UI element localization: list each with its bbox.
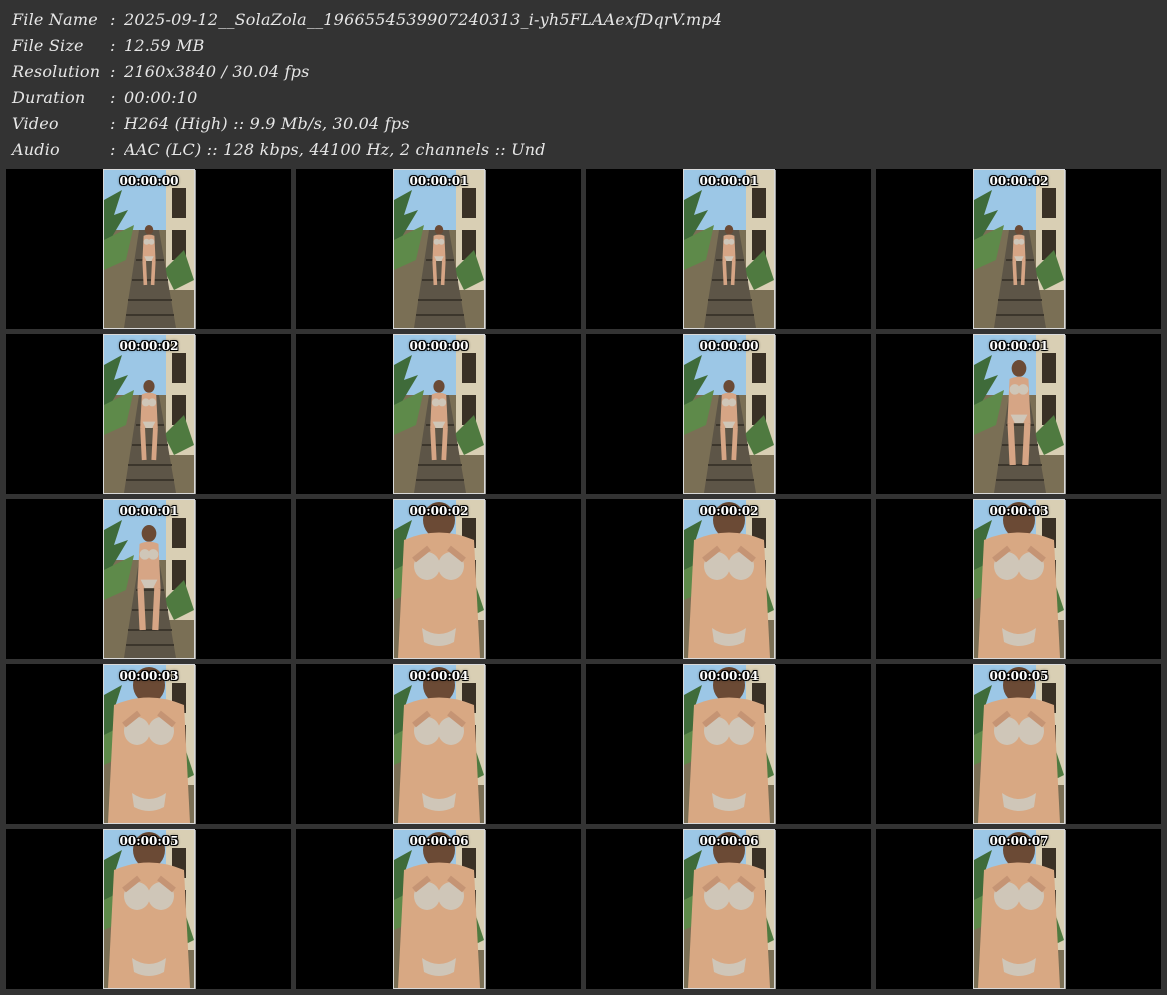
frame-timestamp: 00:00:04 (409, 669, 469, 683)
frame-timestamp: 00:00:07 (989, 834, 1049, 848)
frame-timestamp: 00:00:04 (699, 669, 759, 683)
frame-timestamp: 00:00:01 (989, 339, 1049, 353)
info-value: 12.59 MB (124, 36, 205, 55)
thumbnail-cell: 00:00:05 (6, 829, 291, 989)
info-label: File Size (12, 36, 84, 55)
thumbnail-cell: 00:00:06 (296, 829, 581, 989)
media-info-header: File Name : 2025-09-12__SolaZola__196655… (12, 7, 1152, 163)
thumbnail-cell: 00:00:03 (6, 664, 291, 824)
info-value: 2025-09-12__SolaZola__196655453990724031… (124, 10, 723, 29)
thumbnail-cell: 00:00:03 (876, 499, 1161, 659)
info-label: Video (12, 114, 59, 133)
info-row: Resolution : 2160x3840 / 30.04 fps (12, 59, 1152, 85)
thumbnail-cell: 00:00:00 (6, 169, 291, 329)
video-frame-thumbnail: 00:00:00 (683, 334, 775, 494)
thumbnail-cell: 00:00:02 (876, 169, 1161, 329)
thumbnail-cell: 00:00:01 (876, 334, 1161, 494)
thumbnail-cell: 00:00:06 (586, 829, 871, 989)
video-frame-thumbnail: 00:00:03 (103, 664, 195, 824)
info-separator: : (110, 114, 116, 133)
info-separator: : (110, 10, 116, 29)
info-row: File Size : 12.59 MB (12, 33, 1152, 59)
thumbnail-cell: 00:00:00 (296, 334, 581, 494)
info-row: Video : H264 (High) :: 9.9 Mb/s, 30.04 f… (12, 111, 1152, 137)
info-label: Resolution (12, 62, 101, 81)
thumbnail-cell: 00:00:02 (6, 334, 291, 494)
info-row: Audio : AAC (LC) :: 128 kbps, 44100 Hz, … (12, 137, 1152, 163)
video-frame-thumbnail: 00:00:01 (393, 169, 485, 329)
info-separator: : (110, 62, 116, 81)
thumbnail-cell: 00:00:04 (586, 664, 871, 824)
info-row: Duration : 00:00:10 (12, 85, 1152, 111)
video-frame-thumbnail: 00:00:01 (683, 169, 775, 329)
info-value: 00:00:10 (124, 88, 198, 107)
frame-timestamp: 00:00:06 (699, 834, 759, 848)
thumbnail-cell: 00:00:01 (6, 499, 291, 659)
thumbnail-cell: 00:00:05 (876, 664, 1161, 824)
video-frame-thumbnail: 00:00:01 (103, 499, 195, 659)
video-frame-thumbnail: 00:00:02 (393, 499, 485, 659)
frame-timestamp: 00:00:01 (699, 174, 759, 188)
frame-timestamp: 00:00:02 (989, 174, 1049, 188)
info-value: H264 (High) :: 9.9 Mb/s, 30.04 fps (124, 114, 410, 133)
info-label: Duration (12, 88, 86, 107)
thumbnail-cell: 00:00:01 (296, 169, 581, 329)
frame-timestamp: 00:00:00 (409, 339, 469, 353)
video-frame-thumbnail: 00:00:05 (103, 829, 195, 989)
video-frame-thumbnail: 00:00:02 (973, 169, 1065, 329)
info-label: Audio (12, 140, 60, 159)
frame-timestamp: 00:00:00 (119, 174, 179, 188)
video-frame-thumbnail: 00:00:04 (393, 664, 485, 824)
thumbnail-cell: 00:00:07 (876, 829, 1161, 989)
video-frame-thumbnail: 00:00:03 (973, 499, 1065, 659)
video-frame-thumbnail: 00:00:07 (973, 829, 1065, 989)
video-frame-thumbnail: 00:00:05 (973, 664, 1065, 824)
frame-timestamp: 00:00:01 (119, 504, 179, 518)
info-label: File Name (12, 10, 98, 29)
frame-timestamp: 00:00:03 (119, 669, 179, 683)
thumbnail-cell: 00:00:01 (586, 169, 871, 329)
frame-timestamp: 00:00:00 (699, 339, 759, 353)
info-row: File Name : 2025-09-12__SolaZola__196655… (12, 7, 1152, 33)
video-frame-thumbnail: 00:00:02 (683, 499, 775, 659)
info-separator: : (110, 88, 116, 107)
frame-timestamp: 00:00:02 (119, 339, 179, 353)
frame-timestamp: 00:00:03 (989, 504, 1049, 518)
info-value: AAC (LC) :: 128 kbps, 44100 Hz, 2 channe… (124, 140, 546, 159)
video-frame-thumbnail: 00:00:00 (103, 169, 195, 329)
info-separator: : (110, 36, 116, 55)
thumbnail-cell: 00:00:02 (296, 499, 581, 659)
info-value: 2160x3840 / 30.04 fps (124, 62, 310, 81)
frame-timestamp: 00:00:02 (409, 504, 469, 518)
frame-timestamp: 00:00:06 (409, 834, 469, 848)
info-separator: : (110, 140, 116, 159)
video-frame-thumbnail: 00:00:00 (393, 334, 485, 494)
frame-timestamp: 00:00:05 (119, 834, 179, 848)
frame-timestamp: 00:00:02 (699, 504, 759, 518)
video-frame-thumbnail: 00:00:06 (683, 829, 775, 989)
thumbnail-cell: 00:00:04 (296, 664, 581, 824)
thumbnail-cell: 00:00:02 (586, 499, 871, 659)
video-frame-thumbnail: 00:00:02 (103, 334, 195, 494)
thumbnail-grid: 00:00:00 00:00:01 00:00:01 00:00:02 00:00:02… (6, 169, 1162, 989)
thumbnail-cell: 00:00:00 (586, 334, 871, 494)
video-frame-thumbnail: 00:00:01 (973, 334, 1065, 494)
video-frame-thumbnail: 00:00:06 (393, 829, 485, 989)
video-frame-thumbnail: 00:00:04 (683, 664, 775, 824)
frame-timestamp: 00:00:01 (409, 174, 469, 188)
frame-timestamp: 00:00:05 (989, 669, 1049, 683)
